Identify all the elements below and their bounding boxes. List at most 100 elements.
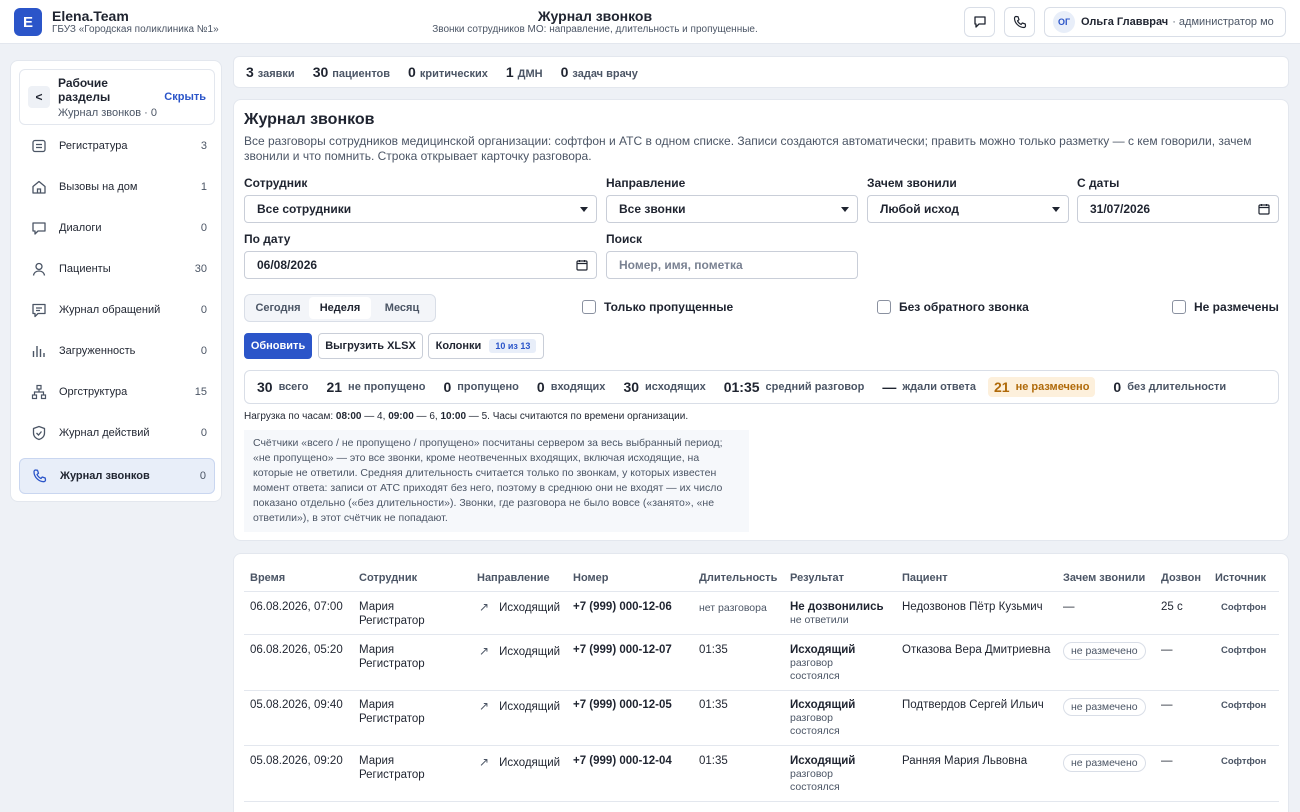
column-header-duration[interactable]: Длительность [699,572,777,584]
chat-icon [973,16,986,28]
messages-button[interactable] [964,7,995,37]
sidebar-item-patients[interactable]: Пациенты 30 [19,251,215,287]
columns-label: Колонки [435,340,482,352]
cell-duration: 01:35 [699,644,728,656]
cell-time: 06.08.2026, 07:00 [250,601,343,613]
sidebar-subtitle: Журнал звонков · 0 [58,107,157,119]
summary-label: не размечено [1015,381,1090,393]
employee-select[interactable]: Все сотрудники [244,195,597,223]
calendar-icon [1258,204,1270,215]
only-missed-checkbox[interactable]: Только пропущенные [582,300,733,314]
from-date-value: 31/07/2026 [1090,202,1151,216]
cell-direction: ↗ Исходящий [479,600,560,615]
cell-source: Софтфон [1221,645,1267,656]
collapse-button[interactable]: < [28,86,50,108]
divider [244,591,1279,592]
call-log-panel: Журнал звонков Все разговоры сотрудников… [233,99,1289,541]
summary-label: ждали ответа [902,381,976,393]
calendar-icon [576,260,588,271]
sidebar-item-label: Журнал звонков [60,470,150,482]
cell-direction: ↗ Исходящий [479,699,560,714]
column-header-employee[interactable]: Сотрудник [359,572,417,584]
column-header-time[interactable]: Время [250,572,285,584]
period-switch: Сегодня Неделя Месяц [244,294,436,322]
user-name: Ольга Главврач [1081,16,1169,28]
divider [244,745,1279,746]
no-callback-checkbox[interactable]: Без обратного звонка [877,300,1029,314]
reason-label: Зачем звонили [867,176,957,190]
columns-button[interactable]: Колонки 10 из 13 [428,333,544,359]
column-header-direction[interactable]: Направление [477,572,550,584]
sidebar-item-label: Диалоги [59,222,102,234]
summary-value: 30 [623,379,640,395]
refresh-button[interactable]: Обновить [244,333,312,359]
column-header-patient[interactable]: Пациент [902,572,948,584]
stat-doctor-tasks[interactable]: 0 задач врачу [561,64,638,80]
stat-value: 3 [246,64,254,80]
cell-reason: — [1063,601,1075,613]
sidebar-item-call-log[interactable]: Журнал звонков 0 [19,458,215,494]
from-date-input[interactable]: 31/07/2026 [1077,195,1279,223]
outgoing-arrow-icon: ↗ [479,699,490,713]
stat-patients[interactable]: 30 пациентов [313,64,390,80]
unmarked-checkbox[interactable]: Не размечены [1172,300,1279,314]
checkbox-box [1172,300,1186,314]
result-subtext: разговор состоялся [790,712,840,737]
column-header-source[interactable]: Источник [1215,572,1266,584]
cell-employee: Мария Регистратор [359,699,425,725]
period-week[interactable]: Неделя [309,297,371,319]
summary-label: средний разговор [765,381,865,393]
period-month[interactable]: Месяц [371,297,433,319]
reason-select[interactable]: Любой исход [867,195,1069,223]
summary-value: 21 [326,379,343,395]
unmarked-badge[interactable]: не размечено [1063,642,1146,660]
load-count: — 6, [413,411,441,422]
column-header-result[interactable]: Результат [790,572,844,584]
cell-ring: — [1161,699,1173,711]
export-xlsx-button[interactable]: Выгрузить XLSX [318,333,423,359]
period-today[interactable]: Сегодня [247,297,309,319]
unmarked-badge[interactable]: не размечено [1063,698,1146,716]
summary-unmarked[interactable]: 21 не размечено [988,377,1096,397]
stat-requests[interactable]: 3 заявки [246,64,295,80]
cell-number: +7 (999) 000-12-05 [573,699,672,711]
sidebar-item-label: Журнал обращений [59,304,161,316]
checkbox-label: Без обратного звонка [899,300,1029,314]
stat-critical[interactable]: 0 критических [408,64,488,80]
sidebar-item-home-visits[interactable]: Вызовы на дом 1 [19,169,215,205]
summary-label: всего [278,381,309,393]
sidebar-item-count: 0 [200,304,207,316]
cell-time: 05.08.2026, 09:40 [250,699,343,711]
unmarked-badge[interactable]: не размечено [1063,754,1146,772]
stat-dmn[interactable]: 1 ДМН [506,64,543,80]
direction-select[interactable]: Все звонки [606,195,858,223]
sidebar-item-action-log[interactable]: Журнал действий 0 [19,415,215,451]
user-menu[interactable]: ОГ Ольга Главврач · администратор мо [1044,7,1286,37]
cell-source: Софтфон [1221,602,1267,613]
chevron-down-icon [1052,206,1060,212]
result-subtext: не ответили [790,614,849,626]
sidebar-item-registry[interactable]: Регистратура 3 [19,128,215,164]
column-header-number[interactable]: Номер [573,572,609,584]
sidebar-item-dialogs[interactable]: Диалоги 0 [19,210,215,246]
load-hour: 10:00 [440,411,467,422]
sidebar-item-org-structure[interactable]: Оргструктура 15 [19,374,215,410]
to-date-input[interactable]: 06/08/2026 [244,251,597,279]
divider [244,801,1279,802]
cell-patient: Недозвонов Пётр Кузьмич [902,601,1043,613]
phone-button[interactable] [1004,7,1035,37]
sidebar-title: Рабочие разделы [58,76,111,104]
search-input[interactable]: Номер, имя, пометка [606,251,858,279]
cell-ring: 25 с [1161,601,1183,613]
cell-employee: Мария Регистратор [359,644,425,670]
cell-result: Исходящий разговор состоялся [790,643,875,683]
sidebar-item-requests-log[interactable]: Журнал обращений 0 [19,292,215,328]
summary-missed: 0 пропущено [443,379,518,395]
hide-sidebar-link[interactable]: Скрыть [164,91,206,103]
sidebar-item-label: Журнал действий [59,427,150,439]
cell-number: +7 (999) 000-12-07 [573,644,672,656]
sidebar-item-workload[interactable]: Загруженность 0 [19,333,215,369]
column-header-ring[interactable]: Дозвон [1161,572,1201,584]
column-header-reason[interactable]: Зачем звонили [1063,572,1145,584]
direction-label: Направление [606,176,686,190]
